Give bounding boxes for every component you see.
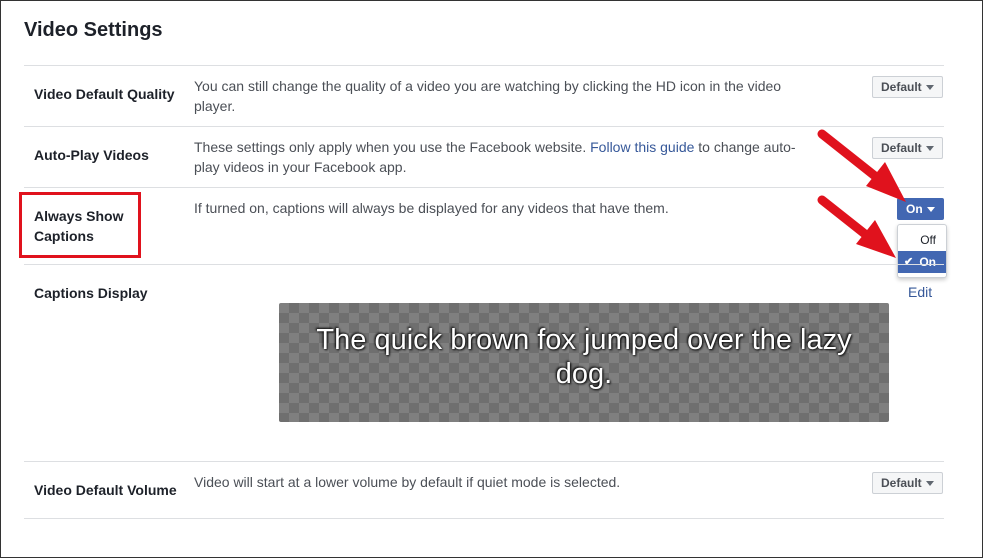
- captions-dropdown-menu: Off ✔ On: [897, 224, 947, 278]
- video-volume-label: Video Default Volume: [34, 482, 177, 498]
- row-divider: [24, 65, 944, 66]
- caret-down-icon: [925, 481, 934, 487]
- captions-toggle-button[interactable]: On: [897, 198, 944, 220]
- caption-preview-text: The quick brown fox jumped over the lazy…: [316, 324, 852, 390]
- row-divider: [24, 187, 944, 188]
- video-quality-description: You can still change the quality of a vi…: [194, 76, 844, 116]
- captions-display-label: Captions Display: [34, 285, 148, 301]
- dropdown-option-off[interactable]: Off: [898, 229, 946, 251]
- autoplay-desc-text: These settings only apply when you use t…: [194, 139, 591, 155]
- autoplay-dropdown-button[interactable]: Default: [872, 137, 943, 159]
- video-volume-description: Video will start at a lower volume by de…: [194, 474, 621, 490]
- dropdown-option-on[interactable]: ✔ On: [898, 251, 946, 273]
- video-quality-dropdown-button[interactable]: Default: [872, 76, 943, 98]
- caret-down-icon: [925, 146, 934, 152]
- video-quality-desc-line2: player.: [194, 98, 236, 114]
- captions-description: If turned on, captions will always be di…: [194, 200, 669, 216]
- captions-button-label: On: [906, 202, 923, 216]
- row-divider: [24, 126, 944, 127]
- row-divider: [24, 461, 944, 462]
- page-title: Video Settings: [24, 19, 163, 41]
- autoplay-desc-line2: play videos in your Facebook app.: [194, 159, 407, 175]
- autoplay-description: These settings only apply when you use t…: [194, 137, 844, 177]
- autoplay-desc-line1: These settings only apply when you use t…: [194, 137, 844, 157]
- autoplay-button-label: Default: [881, 141, 922, 155]
- row-divider: [24, 518, 944, 519]
- caption-preview-box: The quick brown fox jumped over the lazy…: [279, 303, 889, 422]
- row-divider: [24, 264, 944, 265]
- checkmark-icon: ✔: [904, 256, 914, 268]
- video-quality-desc-line1: You can still change the quality of a vi…: [194, 78, 782, 94]
- captions-display-edit-link[interactable]: Edit: [908, 284, 932, 300]
- video-volume-dropdown-button[interactable]: Default: [872, 472, 943, 494]
- caret-down-icon: [925, 85, 934, 91]
- video-quality-label: Video Default Quality: [34, 86, 175, 102]
- autoplay-label: Auto-Play Videos: [34, 147, 149, 163]
- caret-down-icon: [926, 207, 935, 213]
- video-volume-button-label: Default: [881, 476, 922, 490]
- dropdown-option-on-label: On: [919, 255, 936, 269]
- video-quality-button-label: Default: [881, 80, 922, 94]
- autoplay-desc-text-end: to change auto-: [694, 139, 796, 155]
- follow-guide-link[interactable]: Follow this guide: [590, 139, 694, 155]
- annotation-highlight-box: [19, 192, 141, 258]
